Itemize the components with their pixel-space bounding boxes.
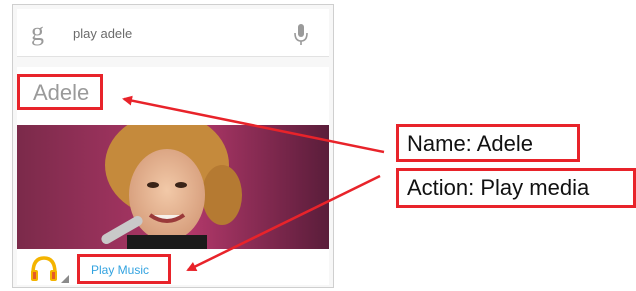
- name-annotation-label: Name: Adele: [396, 124, 580, 162]
- search-query[interactable]: play adele: [73, 26, 132, 41]
- corner-triangle-icon: [61, 275, 69, 283]
- play-music-headphones-icon[interactable]: [29, 255, 59, 283]
- search-bar[interactable]: g play adele: [17, 9, 329, 57]
- card-footer: Play Music: [17, 251, 329, 285]
- action-highlight-box: [77, 254, 171, 284]
- action-annotation-label: Action: Play media: [396, 168, 636, 208]
- artist-photo: [17, 125, 329, 249]
- google-g-icon: g: [31, 17, 44, 46]
- microphone-icon[interactable]: [293, 23, 309, 47]
- phone-screen: g play adele Adele Play Music: [12, 4, 334, 288]
- name-highlight-box: [17, 74, 103, 110]
